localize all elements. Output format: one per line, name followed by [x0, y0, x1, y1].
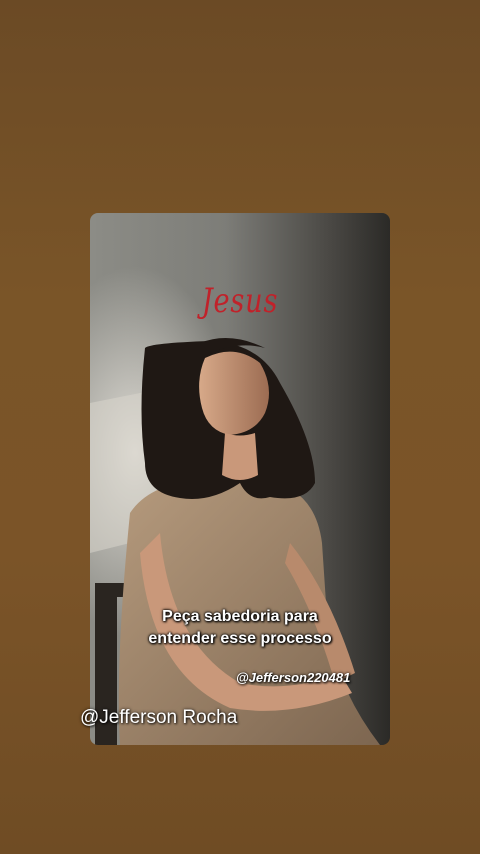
caption-line-2: entender esse processo: [148, 630, 332, 647]
overlay-word: Jesus: [201, 281, 279, 321]
caption-line-1: Peça sabedoria para: [162, 608, 318, 625]
inner-handle: @Jefferson220481: [236, 670, 351, 685]
screen: { "story": { "overlay_word": "Jesus", "c…: [0, 0, 480, 854]
story-card[interactable]: Jesus Peça sabedoria para entender esse …: [90, 213, 390, 745]
watermark-handle: @Jefferson Rocha: [80, 707, 238, 728]
story-caption: Peça sabedoria para entender esse proces…: [110, 606, 370, 650]
